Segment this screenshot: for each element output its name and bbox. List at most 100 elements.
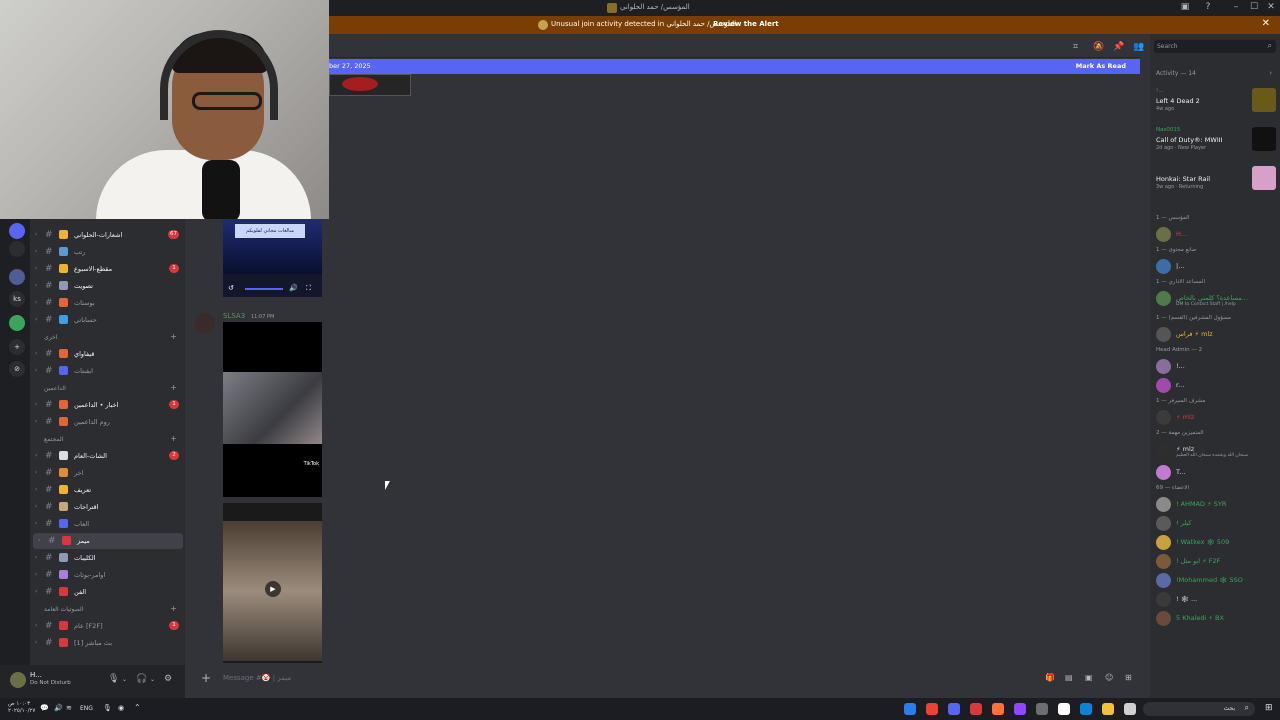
- chevron-right-icon[interactable]: ›: [35, 554, 37, 561]
- channel-item[interactable]: › # ايفنتات: [30, 363, 185, 379]
- chevron-up-icon[interactable]: ⌃: [134, 703, 141, 712]
- chevron-right-icon[interactable]: ›: [35, 639, 37, 646]
- chevron-right-icon[interactable]: ›: [35, 299, 37, 306]
- apps-icon[interactable]: ⊞: [1125, 673, 1132, 682]
- chevron-right-icon[interactable]: ›: [35, 367, 37, 374]
- channel-item[interactable]: › # روم الداعمين: [30, 414, 185, 430]
- sticker-icon[interactable]: ▣: [1085, 673, 1093, 682]
- channel-item[interactable]: › # ميمز: [33, 533, 183, 549]
- member-item[interactable]: 5 Khaledi ⚡ BX: [1156, 610, 1280, 628]
- member-item[interactable]: !Mohammed 🕸 SSO: [1156, 572, 1280, 590]
- video-thumbnail[interactable]: [329, 74, 411, 96]
- avatar[interactable]: [195, 313, 215, 333]
- microphone-icon[interactable]: 🎙: [103, 704, 112, 712]
- member-item[interactable]: H...: [1156, 226, 1280, 244]
- chevron-right-icon[interactable]: ›: [35, 486, 37, 493]
- channel-item[interactable]: › # مقطع-الاسبوع 1: [30, 261, 185, 277]
- inbox-icon[interactable]: ▣: [1175, 2, 1195, 12]
- member-item[interactable]: ! Watkex 🕸 509: [1156, 534, 1280, 552]
- channel-item[interactable]: › # الفن: [30, 584, 185, 600]
- video-attachment[interactable]: ▶: [223, 503, 322, 663]
- camera-icon[interactable]: [1036, 703, 1048, 715]
- help-icon[interactable]: ?: [1198, 2, 1218, 12]
- server-icon[interactable]: [9, 223, 25, 239]
- chevron-right-icon[interactable]: ›: [35, 282, 37, 289]
- emoji-icon[interactable]: ☺: [1105, 673, 1113, 682]
- channel-item[interactable]: › # الكليبات: [30, 550, 185, 566]
- avatar[interactable]: [10, 672, 26, 688]
- channel-item[interactable]: › # بوستات: [30, 295, 185, 311]
- member-item[interactable]: ⚡ mlz: [1156, 409, 1280, 427]
- add-channel-icon[interactable]: +: [170, 332, 177, 341]
- channel-item[interactable]: › # الشات-العام 2: [30, 448, 185, 464]
- chevron-right-icon[interactable]: ›: [35, 350, 37, 357]
- channel-item[interactable]: › # بث مباشر [1]: [30, 635, 185, 651]
- member-item[interactable]: مساعدة؟ كلمني بالخاص... DM to Contact Sta…: [1156, 290, 1280, 308]
- chevron-right-icon[interactable]: ›: [1269, 69, 1272, 77]
- channel-item[interactable]: › # العاب: [30, 516, 185, 532]
- server-icon[interactable]: [9, 315, 25, 331]
- member-item[interactable]: ! ابو مثل ⚡ F2F: [1156, 553, 1280, 571]
- headphones-icon[interactable]: 🎧: [136, 674, 147, 684]
- server-icon[interactable]: ks: [9, 291, 25, 307]
- channel-item[interactable]: › # اوامر-بوتات: [30, 567, 185, 583]
- chevron-right-icon[interactable]: ›: [35, 231, 37, 238]
- chevron-right-icon[interactable]: ›: [35, 316, 37, 323]
- activity-card[interactable]: !... Left 4 Dead 2 4w ago: [1156, 88, 1276, 124]
- username[interactable]: H...: [30, 671, 42, 679]
- channel-item[interactable]: › # اخر: [30, 465, 185, 481]
- volume-slider[interactable]: [245, 288, 283, 290]
- chevron-right-icon[interactable]: ›: [35, 469, 37, 476]
- channel-category[interactable]: المجتمع: [44, 436, 63, 443]
- threads-icon[interactable]: ⌗: [1073, 42, 1078, 52]
- channel-item[interactable]: › # تعريف: [30, 482, 185, 498]
- windows-start-icon[interactable]: ⊞: [1265, 703, 1273, 713]
- close-alert-button[interactable]: ✕: [1262, 18, 1270, 29]
- chevron-right-icon[interactable]: ›: [38, 537, 40, 544]
- member-item[interactable]: ! كيلر: [1156, 515, 1280, 533]
- activity-card[interactable]: Nas0015 Call of Duty®: MWIII 2d ago · New …: [1156, 127, 1276, 163]
- file-explorer-icon[interactable]: [1102, 703, 1114, 715]
- minimize-button[interactable]: –: [1226, 2, 1246, 12]
- channel-category[interactable]: الصوتيات العامة: [44, 606, 83, 613]
- channel-item[interactable]: › # اخبار • الداعمين 1: [30, 397, 185, 413]
- video-attachment[interactable]: مبالغات مجاني لقلوبكم ↺ 🔊 ⛶: [223, 219, 322, 297]
- fullscreen-icon[interactable]: ⛶: [306, 284, 311, 293]
- channel-item[interactable]: › # عام [F2F] 1: [30, 618, 185, 634]
- wifi-icon[interactable]: ≋: [66, 704, 72, 712]
- message-input[interactable]: Message #🤡 | ميمز: [223, 674, 291, 682]
- channel-item[interactable]: › # اشعارات-الحلواني 67: [30, 227, 185, 243]
- notification-icon[interactable]: 🔕: [1093, 42, 1104, 52]
- chevron-right-icon[interactable]: ›: [35, 248, 37, 255]
- channel-category[interactable]: الداعمين: [44, 385, 66, 392]
- member-item[interactable]: ! 🕸 ...: [1156, 591, 1280, 609]
- message-composer[interactable]: + Message #🤡 | ميمز 🎁 ▤ ▣ ☺ ⊞: [185, 665, 1140, 698]
- member-item[interactable]: r...: [1156, 377, 1280, 395]
- member-item[interactable]: |...: [1156, 258, 1280, 276]
- firefox-icon[interactable]: [992, 703, 1004, 715]
- app-icon[interactable]: [1014, 703, 1026, 715]
- taskbar-search[interactable]: بحث ⌕: [1143, 702, 1255, 716]
- chevron-right-icon[interactable]: ›: [35, 588, 37, 595]
- server-icon[interactable]: [9, 269, 25, 285]
- member-item[interactable]: ! AHMAD ⚡ SYR: [1156, 496, 1280, 514]
- vscode-icon[interactable]: [904, 703, 916, 715]
- search-input[interactable]: Search ⌕: [1154, 40, 1276, 53]
- member-item[interactable]: فراس ⚡ mlz: [1156, 326, 1280, 344]
- chevron-down-icon[interactable]: ⌄: [122, 676, 127, 683]
- message-author[interactable]: SLSA3: [223, 312, 245, 320]
- server-icon[interactable]: [9, 241, 25, 257]
- task-view-icon[interactable]: [1124, 703, 1136, 715]
- add-attachment-button[interactable]: +: [201, 671, 211, 685]
- member-list-icon[interactable]: 👥: [1133, 42, 1144, 52]
- volume-icon[interactable]: 🔊: [54, 704, 63, 712]
- channel-category[interactable]: اخرى: [44, 334, 57, 341]
- member-item[interactable]: T...: [1156, 464, 1280, 482]
- mark-as-read-button[interactable]: Mark As Read: [1076, 62, 1126, 70]
- chat-icon[interactable]: 💬: [40, 704, 49, 712]
- app-icon[interactable]: [970, 703, 982, 715]
- channel-item[interactable]: › # اقتراحات: [30, 499, 185, 515]
- add-channel-icon[interactable]: +: [170, 434, 177, 443]
- volume-icon[interactable]: 🔊: [289, 284, 298, 292]
- review-alert-button[interactable]: Review the Alert: [713, 20, 779, 28]
